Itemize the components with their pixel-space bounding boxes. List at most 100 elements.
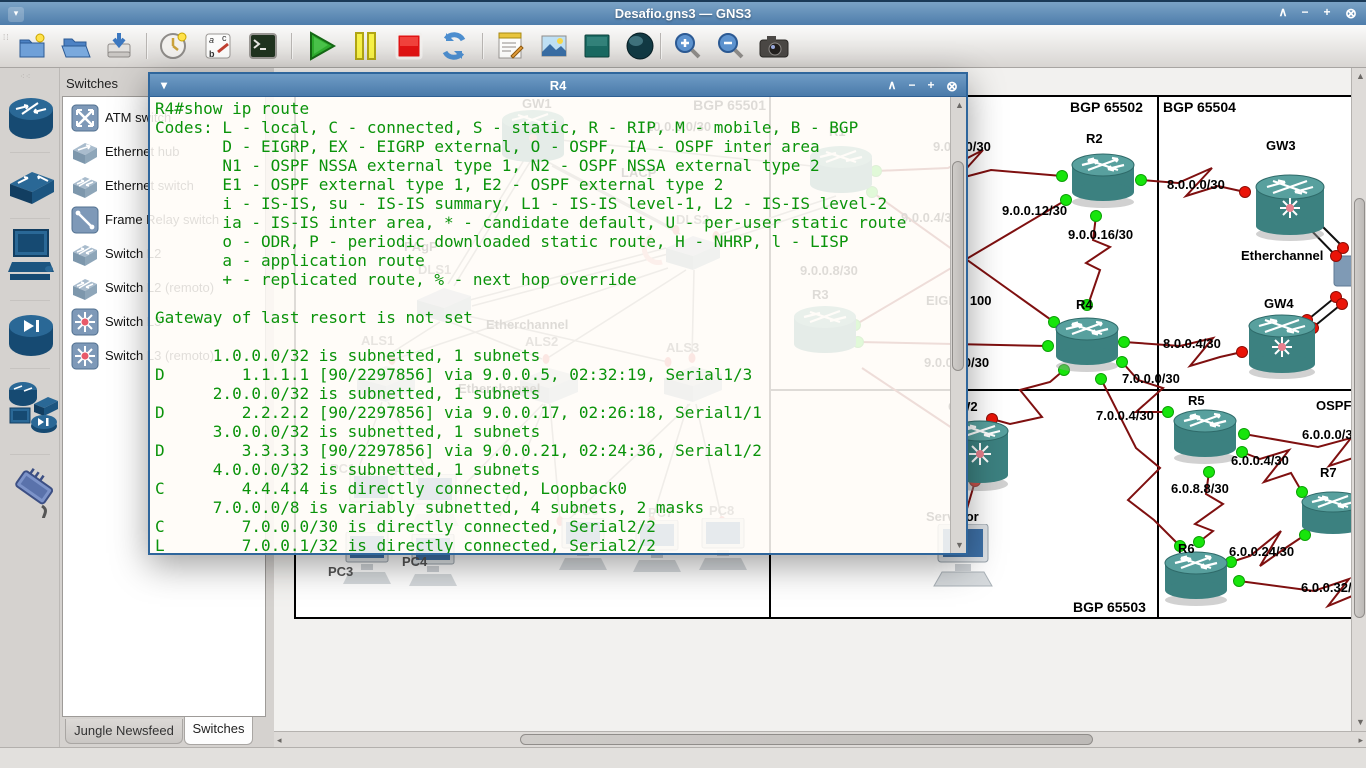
open-project-button[interactable]	[60, 30, 92, 62]
canvas-horizontal-scrollbar[interactable]: ◂ ▸	[274, 731, 1366, 747]
tab-switches[interactable]: Switches	[184, 717, 253, 745]
device-label-gw3: GW3	[1266, 138, 1296, 153]
console-output-text[interactable]: R4#show ip route Codes: L - local, C - c…	[155, 99, 906, 553]
scroll-down-icon[interactable]: ▼	[1356, 717, 1365, 727]
snapshot-button[interactable]	[158, 30, 190, 62]
insert-picture-button[interactable]	[538, 30, 570, 62]
link-label: 9.0.0.12/30	[1002, 203, 1067, 218]
device-router-r6[interactable]	[1163, 550, 1229, 611]
browse-switches-button[interactable]	[8, 162, 54, 213]
ethernet-hub-icon	[71, 138, 99, 166]
toolbar-separator	[482, 33, 484, 59]
console-scrollbar-thumb[interactable]	[952, 161, 964, 371]
new-project-button[interactable]	[16, 30, 48, 62]
note-ospf: OSPF	[1316, 398, 1351, 413]
console-scrollbar[interactable]: ▲ ▼	[950, 97, 966, 553]
console-connect-all-button[interactable]	[247, 30, 279, 62]
add-link-button[interactable]	[8, 464, 54, 523]
start-button[interactable]	[305, 30, 337, 62]
canvas-vertical-scrollbar-thumb[interactable]	[1354, 198, 1365, 618]
device-label-r6: R6	[1178, 541, 1195, 556]
scroll-up-icon[interactable]: ▲	[955, 100, 964, 110]
link-label: 7.0.0.0/30	[1122, 371, 1180, 386]
browse-routers-button[interactable]	[8, 95, 54, 148]
console-shade-button[interactable]: ∧	[884, 78, 900, 92]
window-maximize-button[interactable]: +	[1318, 5, 1336, 19]
zoom-in-icon	[672, 30, 704, 62]
scroll-left-icon[interactable]: ◂	[277, 735, 282, 746]
end-device-icon	[8, 228, 54, 290]
device-label-r5: R5	[1188, 393, 1205, 408]
tab-jungle-newsfeed[interactable]: Jungle Newsfeed	[65, 719, 183, 744]
device-label-r4: R4	[1076, 297, 1093, 312]
add-note-icon	[494, 30, 526, 62]
svg-text:b: b	[209, 49, 215, 59]
svg-text:c: c	[222, 33, 227, 43]
console-close-button[interactable]: ⊗	[944, 78, 960, 95]
window-shade-button[interactable]: ∧	[1274, 5, 1292, 19]
router-icon	[8, 95, 54, 143]
link-label: 6.0.0.4/30	[1231, 453, 1289, 468]
all-devices-icon	[8, 378, 58, 436]
status-bar	[0, 747, 1366, 768]
area-label-bgp65502: BGP 65502	[1070, 99, 1143, 115]
device-multilayer-switch-gw3[interactable]	[1253, 172, 1327, 247]
console-output-area[interactable]: R4#show ip route Codes: L - local, C - c…	[150, 97, 950, 553]
switch-l3-remote-icon	[71, 342, 99, 370]
toolbar-grip[interactable]: ⁞⁞	[3, 33, 9, 42]
link-label: 9.0.0.16/30	[1068, 227, 1133, 242]
device-label-gw4: GW4	[1264, 296, 1294, 311]
area-label-bgp65503: BGP 65503	[1073, 599, 1146, 615]
device-router-r4[interactable]	[1054, 316, 1120, 377]
suspend-icon	[349, 30, 381, 62]
canvas-vertical-scrollbar[interactable]: ▲ ▼	[1351, 68, 1366, 731]
snapshot-icon	[158, 30, 190, 62]
browse-all-devices-button[interactable]	[8, 378, 54, 441]
zoom-in-button[interactable]	[672, 30, 704, 62]
add-note-button[interactable]	[494, 30, 526, 62]
console-minimize-button[interactable]: −	[904, 78, 920, 92]
open-project-icon	[60, 30, 92, 62]
switch-l3-icon	[71, 308, 99, 336]
window-titlebar[interactable]: ▾ Desafio.gns3 — GNS3 ∧ − + ⊗	[0, 0, 1366, 25]
stop-button[interactable]	[393, 30, 425, 62]
browse-security-devices-button[interactable]	[8, 310, 54, 365]
device-multilayer-switch-gw4[interactable]	[1246, 312, 1318, 385]
browse-end-devices-button[interactable]	[8, 228, 54, 295]
insert-picture-icon	[538, 30, 570, 62]
scroll-up-icon[interactable]: ▲	[1356, 71, 1365, 81]
switch-l2-icon	[71, 240, 99, 268]
window-minimize-button[interactable]: −	[1296, 5, 1314, 19]
show-interface-labels-button[interactable]: acb	[202, 30, 234, 62]
screenshot-button[interactable]	[757, 30, 789, 62]
reload-button[interactable]	[438, 30, 470, 62]
new-project-icon	[16, 30, 48, 62]
save-project-button[interactable]	[103, 30, 135, 62]
device-router-r5[interactable]	[1172, 408, 1238, 469]
separator	[10, 368, 50, 369]
device-router-r7[interactable]	[1300, 490, 1351, 547]
security-device-icon	[8, 310, 54, 360]
console-window-r4[interactable]: ▾ R4 ∧ − + ⊗ R4#show ip route Codes: L -…	[148, 72, 968, 555]
scroll-right-icon[interactable]: ▸	[1358, 735, 1363, 746]
canvas-horizontal-scrollbar-thumb[interactable]	[520, 734, 1093, 745]
stop-icon	[393, 30, 425, 62]
suspend-button[interactable]	[349, 30, 381, 62]
window-close-button[interactable]: ⊗	[1342, 5, 1360, 22]
window-title: Desafio.gns3 — GNS3	[0, 6, 1366, 21]
zoom-out-icon	[715, 30, 747, 62]
draw-rectangle-button[interactable]	[581, 30, 613, 62]
toolbar-separator	[291, 33, 293, 59]
draw-rectangle-icon	[581, 30, 613, 62]
device-toolbar: ⁖⁖	[0, 68, 60, 768]
link-label: 7.0.0.4/30	[1096, 408, 1154, 423]
device-toolbar-grip[interactable]: ⁖⁖	[20, 72, 31, 81]
console-titlebar[interactable]: ▾ R4 ∧ − + ⊗	[150, 74, 966, 97]
device-label-r2: R2	[1086, 131, 1103, 146]
scroll-down-icon[interactable]: ▼	[955, 540, 964, 550]
zoom-out-button[interactable]	[715, 30, 747, 62]
link-label: 8.0.0.0/30	[1167, 177, 1225, 192]
draw-ellipse-button[interactable]	[624, 30, 656, 62]
console-maximize-button[interactable]: +	[923, 78, 939, 92]
device-router-r2[interactable]	[1070, 152, 1136, 213]
